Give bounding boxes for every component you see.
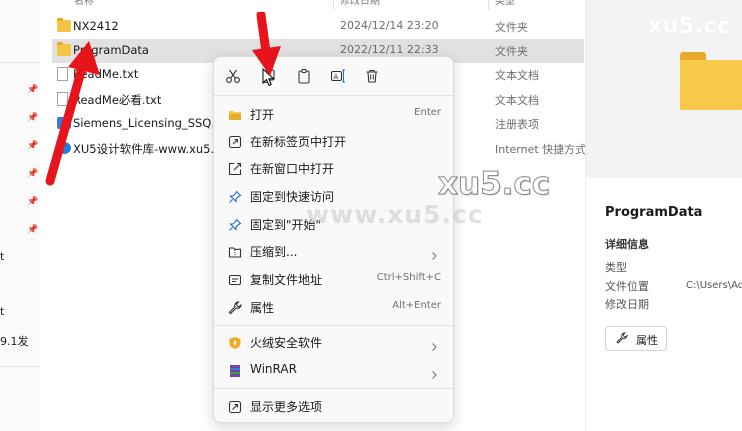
paste-icon [298,69,310,84]
menu-item-compress[interactable]: 压缩到... [218,238,451,264]
pin-icon: 📌 [27,85,39,95]
menu-item-label: 压缩到... [250,245,298,259]
huorong-icon [228,335,242,349]
column-header-date[interactable]: 修改日期 [340,0,420,8]
folder-icon [57,18,71,32]
chevron-right-icon [429,246,439,260]
pin-icon: 📌 [27,197,39,207]
watermark-text: xu5.cc [648,14,731,39]
watermark-text: www.xu5.cc [306,200,484,229]
menu-item-label: 显示更多选项 [250,400,323,414]
properties-button[interactable]: 属性 [605,326,667,351]
new-tab-icon [228,134,242,149]
menu-divider [214,95,455,96]
menu-item-label: 属性 [250,301,275,315]
file-type: Internet 快捷方式 [495,143,587,156]
pin-start-icon [228,217,242,231]
navigation-pane: 📌 📌 📌 📌 📌 📌 t t 9.1发 [0,0,40,431]
menu-item-huorong[interactable]: 火绒安全软件 [218,329,451,355]
scissors-icon [226,69,240,83]
folder-open-icon [228,107,242,121]
menu-item-label: 复制文件地址 [250,273,323,287]
nav-divider [0,62,40,63]
menu-item-copy-path[interactable]: 复制文件地址 Ctrl+Shift+C [218,266,451,292]
details-label: 类型 [605,261,627,274]
pin-icon: 📌 [27,225,39,235]
file-type: 文本文档 [495,69,539,82]
paste-button[interactable] [292,65,316,87]
file-type: 文本文档 [495,94,539,107]
menu-item-show-more-options[interactable]: 显示更多选项 [218,393,451,419]
chevron-right-icon [429,365,439,379]
menu-item-open-new-tab[interactable]: 在新标签页中打开 [218,128,451,154]
svg-text:A: A [334,73,339,81]
winrar-icon [228,363,242,377]
column-header-type[interactable]: 类型 [495,0,555,8]
large-folder-icon [680,52,742,110]
details-section-title: 详细信息 [605,238,649,251]
details-label: 文件位置 [605,280,649,293]
copy-path-icon [228,272,242,286]
annotation-arrow-icon [45,41,100,186]
pin-icon: 📌 [27,113,39,123]
nav-divider [0,366,40,367]
file-type: 文件夹 [495,21,528,34]
menu-item-label: WinRAR [250,362,297,376]
more-options-icon [228,399,242,414]
details-pane: ProgramData 详细信息 类型 文件位置 C:\Users\Adr 修改… [585,0,742,431]
menu-item-properties[interactable]: 属性 Alt+Enter [218,294,451,320]
rename-button[interactable]: A [326,65,350,87]
delete-button[interactable] [360,65,384,87]
file-type: 注册表项 [495,118,539,131]
column-divider [333,0,334,10]
new-window-icon [228,161,242,176]
trash-icon [366,69,378,83]
file-type: 文件夹 [495,45,528,58]
menu-item-open-new-window[interactable]: 在新窗口中打开 [218,155,451,181]
rename-icon: A [330,69,345,83]
nav-item-fragment[interactable]: t [0,305,4,318]
file-row[interactable]: NX2412 2024/12/14 23:20 文件夹 [52,15,584,39]
watermark-text: xu5.cc [437,166,551,203]
menu-item-winrar[interactable]: WinRAR [218,357,451,383]
menu-item-shortcut: Ctrl+Shift+C [376,272,441,283]
wrench-icon [228,300,242,315]
pin-icon [228,189,242,203]
file-name: NX2412 [73,19,119,33]
properties-button-label: 属性 [636,334,658,347]
details-label: 修改日期 [605,298,649,311]
context-menu: A 打开 Enter 在新标签页中打开 在新窗口中打开 固定到快速访问 固定到"… [213,56,455,423]
details-item-name: ProgramData [605,205,703,220]
file-date: 2024/12/14 23:20 [340,19,439,32]
file-date: 2022/12/11 22:33 [340,43,439,56]
chevron-right-icon [429,337,439,351]
nav-item-fragment[interactable]: 9.1发 [0,333,29,349]
menu-item-label: 火绒安全软件 [250,336,323,350]
menu-divider [214,388,455,389]
menu-item-shortcut: Alt+Enter [392,300,441,311]
cut-button[interactable] [221,65,245,87]
annotation-arrow-icon [252,12,281,76]
menu-divider [214,325,455,326]
column-header-name[interactable]: 名称 [74,0,134,8]
menu-item-shortcut: Enter [414,107,441,118]
column-divider [488,0,489,10]
pin-icon: 📌 [27,169,39,179]
pin-icon: 📌 [27,141,39,151]
zip-icon [228,244,242,258]
details-value: C:\Users\Adr [686,280,742,291]
menu-item-label: 在新窗口中打开 [250,162,335,176]
wrench-icon [616,332,628,344]
nav-item-fragment[interactable]: t [0,250,4,263]
menu-item-open[interactable]: 打开 Enter [218,101,451,127]
menu-item-label: 在新标签页中打开 [250,135,347,149]
menu-item-label: 打开 [250,108,275,122]
